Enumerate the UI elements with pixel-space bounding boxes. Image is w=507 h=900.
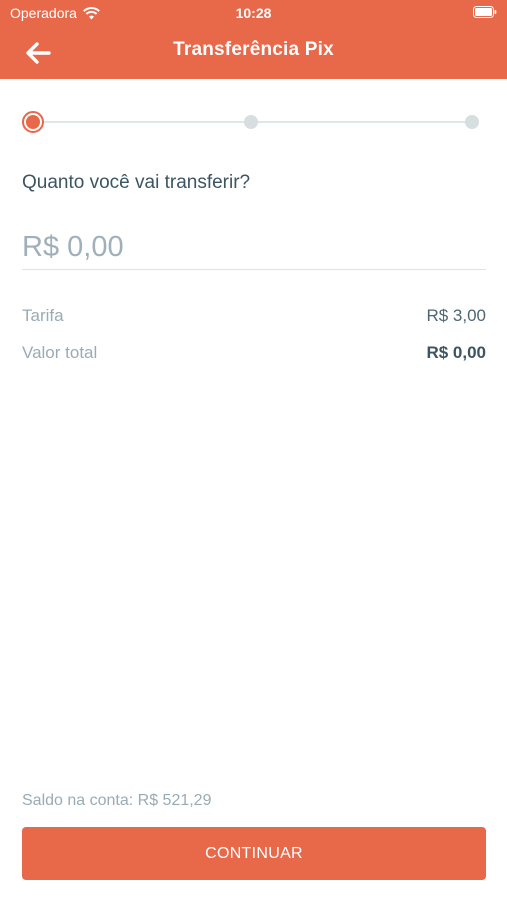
app-header: Operadora 10:28 Transferência Pix xyxy=(0,0,507,79)
page-title: Transferência Pix xyxy=(173,39,334,60)
fee-value: R$ 3,00 xyxy=(426,306,486,325)
total-row: Valor total R$ 0,00 xyxy=(22,343,486,363)
total-value: R$ 0,00 xyxy=(426,343,486,362)
step-2-indicator xyxy=(244,115,258,129)
step-3-indicator xyxy=(465,115,479,129)
status-bar-time: 10:28 xyxy=(235,5,272,21)
continue-button[interactable]: CONTINUAR xyxy=(22,827,486,880)
fee-row: Tarifa R$ 3,00 xyxy=(22,306,486,326)
progress-stepper xyxy=(22,111,482,133)
fee-label: Tarifa xyxy=(22,306,64,325)
amount-input[interactable] xyxy=(22,226,486,270)
step-1-indicator xyxy=(22,111,44,133)
total-label: Valor total xyxy=(22,343,98,362)
account-balance: Saldo na conta: R$ 521,29 xyxy=(22,792,212,809)
amount-question: Quanto você vai transferir? xyxy=(22,172,251,193)
battery-icon xyxy=(473,6,497,18)
